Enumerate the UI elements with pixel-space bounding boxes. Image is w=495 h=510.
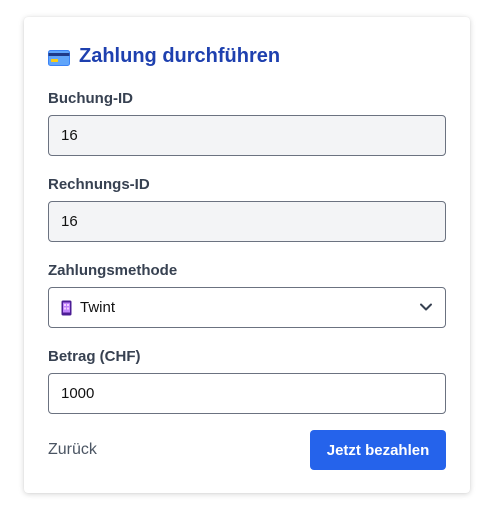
page-title: Zahlung durchführen xyxy=(48,45,280,68)
invoice-id-field[interactable]: 16 xyxy=(48,201,446,242)
pay-now-button[interactable]: Jetzt bezahlen xyxy=(310,430,446,470)
chevron-down-icon xyxy=(419,299,433,316)
payment-method-select[interactable]: Twint xyxy=(48,287,446,328)
booking-id-label: Buchung-ID xyxy=(48,90,133,107)
booking-id-field[interactable]: 16 xyxy=(48,115,446,156)
invoice-id-label: Rechnungs-ID xyxy=(48,176,150,193)
back-link[interactable]: Zurück xyxy=(48,441,97,459)
amount-label: Betrag (CHF) xyxy=(48,348,141,365)
amount-input[interactable]: 1000 xyxy=(48,373,446,414)
payment-method-value: Twint xyxy=(80,299,116,316)
credit-card-icon xyxy=(48,49,70,66)
payment-method-label: Zahlungsmethode xyxy=(48,262,178,279)
page-title-text: Zahlung durchführen xyxy=(79,45,281,67)
payment-card: Zahlung durchführen Buchung-ID 16 Rechnu… xyxy=(24,17,470,493)
mobile-phone-icon xyxy=(61,300,72,316)
